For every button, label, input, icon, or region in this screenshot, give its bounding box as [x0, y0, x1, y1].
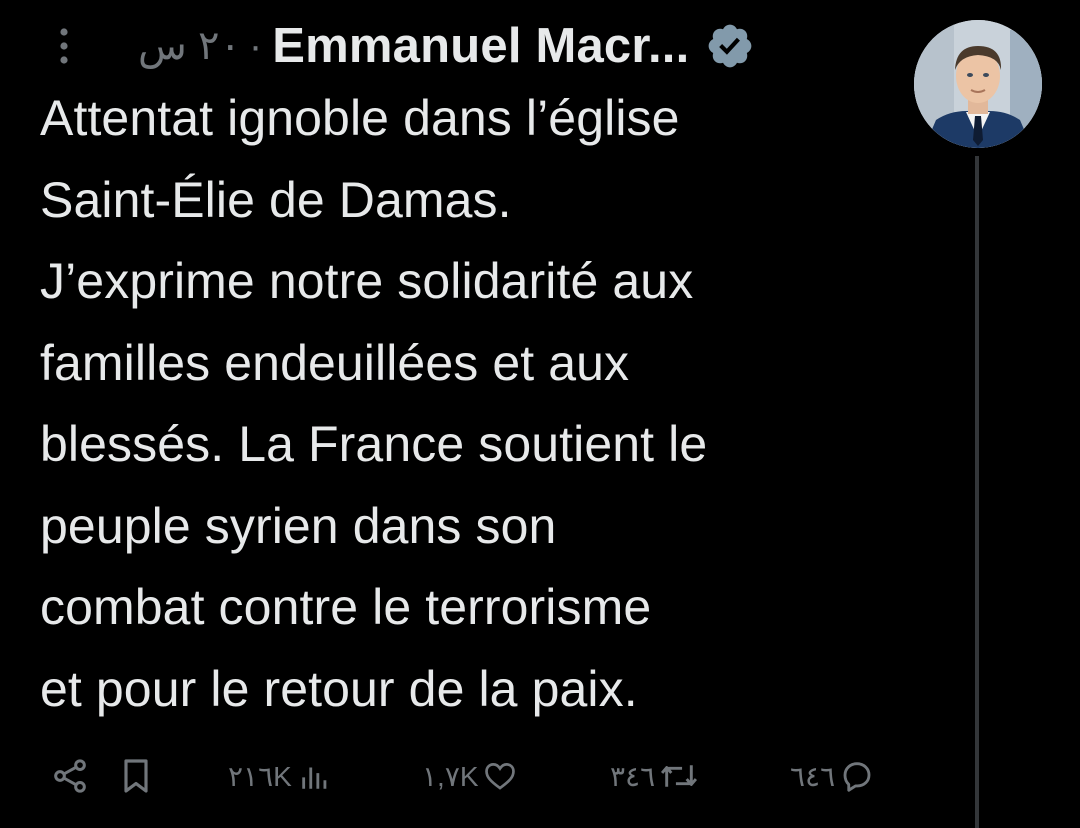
repost-button[interactable]: ٣٤٦	[610, 748, 699, 804]
like-button[interactable]: ١,٧K	[422, 748, 517, 804]
header-separator: ·	[248, 23, 263, 68]
tweet-text-line: familles endeuillées et aux	[40, 334, 630, 391]
repost-icon	[661, 765, 698, 787]
bookmark-icon	[124, 759, 148, 793]
tweet-text-line: blessés. La France soutient le	[40, 416, 708, 472]
tweet-text: Attentat ignoble dans l’église Saint-Éli…	[40, 78, 900, 730]
action-bar: ٢١٦K ١,٧K ٣٤٦ ٦٤٦	[50, 748, 900, 804]
views-count: ٢١٦K	[228, 760, 292, 792]
thread-line	[975, 156, 979, 828]
tweet-text-line: et pour le retour de la paix.	[40, 660, 638, 717]
verified-badge-icon	[705, 20, 757, 72]
bookmark-button[interactable]	[118, 748, 154, 804]
share-button[interactable]	[50, 748, 90, 804]
tweet-text-line: J’exprime notre solidarité aux	[40, 253, 694, 309]
tweet-header: ٢٠ س · Emmanuel Macr...	[44, 14, 894, 78]
views-button[interactable]: ٢١٦K	[228, 748, 332, 804]
avatar-photo	[914, 20, 1042, 148]
reply-bubble-icon	[843, 762, 871, 792]
tweet-text-line: Saint-Élie de Damas.	[40, 171, 512, 228]
tweet[interactable]: ٢٠ س · Emmanuel Macr... Attentat ignoble…	[0, 0, 1080, 828]
tweet-text-line: peuple syrien dans son	[40, 497, 557, 554]
avatar[interactable]	[914, 20, 1042, 148]
likes-count: ١,٧K	[422, 760, 479, 792]
tweet-text-line: combat contre le terrorisme	[40, 579, 652, 635]
tweet-timestamp[interactable]: ٢٠ س	[138, 23, 241, 69]
reposts-count: ٣٤٦	[610, 760, 656, 792]
more-options-icon[interactable]	[44, 18, 84, 74]
tweet-text-line: Attentat ignoble dans l’église	[40, 90, 680, 146]
share-icon	[54, 759, 86, 793]
author-display-name[interactable]: Emmanuel Macr...	[272, 18, 689, 74]
replies-count: ٦٤٦	[790, 760, 836, 792]
views-chart-icon	[302, 767, 327, 789]
heart-icon	[484, 763, 515, 790]
reply-button[interactable]: ٦٤٦	[790, 748, 875, 804]
